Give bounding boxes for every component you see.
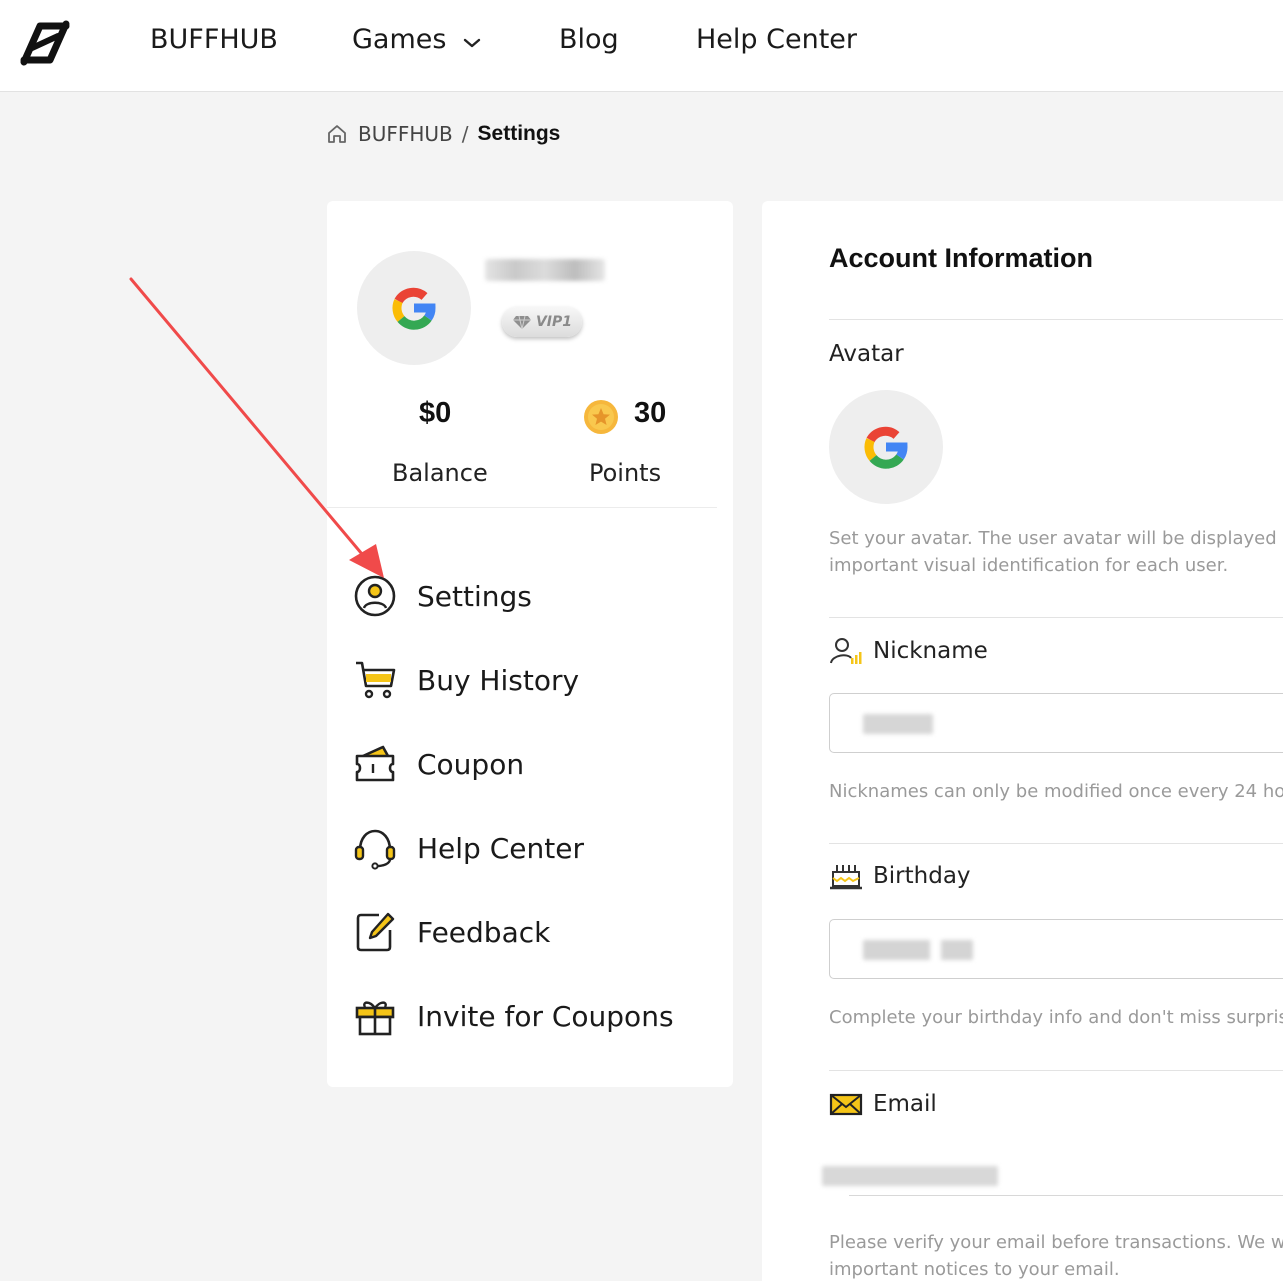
email-label: Email [829, 1089, 937, 1119]
cart-icon [356, 661, 396, 699]
edit-icon [356, 912, 395, 952]
username-redacted [485, 259, 605, 281]
balance-label: Balance [392, 459, 488, 487]
menu-label: Invite for Coupons [417, 999, 674, 1033]
nav-blog-link[interactable]: Blog [559, 24, 619, 55]
points-value: 30 [634, 397, 667, 429]
nav-brand-link[interactable]: BUFFHUB [150, 24, 278, 55]
user-circle-icon [354, 575, 396, 617]
menu-item-feedback[interactable]: Feedback [353, 908, 713, 956]
menu-label: Buy History [417, 663, 580, 697]
breadcrumb-root-link[interactable]: BUFFHUB [358, 122, 453, 146]
top-navigation-bar: BUFFHUB Games Blog Help Center [0, 0, 1283, 92]
home-icon[interactable] [326, 123, 348, 145]
menu-item-buy-history[interactable]: Buy History [353, 656, 713, 704]
headset-icon [354, 829, 396, 870]
breadcrumb-separator: / [461, 122, 469, 146]
birthday-input[interactable] [829, 919, 1283, 979]
menu-label: Feedback [417, 915, 551, 949]
avatar-upload[interactable] [829, 390, 943, 504]
email-label-text: Email [873, 1091, 937, 1117]
menu-item-help-center[interactable]: Help Center [353, 824, 713, 872]
nickname-label-text: Nickname [873, 638, 988, 664]
wallet-icon [355, 745, 395, 782]
nickname-label: Nickname [829, 636, 988, 666]
birthday-hint: Complete your birthday info and don't mi… [829, 1007, 1283, 1028]
email-value-redacted [822, 1166, 998, 1186]
google-logo-icon [864, 426, 908, 469]
divider [829, 617, 1283, 618]
nickname-input[interactable] [829, 693, 1283, 753]
section-title: Account Information [829, 243, 1093, 273]
nav-games-link[interactable]: Games [352, 24, 446, 55]
avatar[interactable] [357, 251, 471, 365]
gem-icon [512, 315, 531, 330]
avatar-hint: important visual identification for each… [829, 555, 1229, 576]
user-badge-icon [830, 638, 862, 664]
divider [829, 319, 1283, 320]
email-field-underline[interactable] [849, 1195, 1283, 1196]
account-information-card: Account Information Avatar Set your avat… [762, 201, 1283, 1281]
envelope-icon [829, 1093, 863, 1116]
vip-level: VIP1 [535, 314, 573, 330]
birthday-label-text: Birthday [873, 863, 971, 889]
menu-item-invite-for-coupons[interactable]: Invite for Coupons [353, 992, 713, 1040]
avatar-hint: Set your avatar. The user avatar will be… [829, 528, 1283, 549]
buffhub-logo-icon[interactable] [18, 18, 72, 68]
nickname-value-redacted [863, 714, 933, 734]
chevron-down-icon[interactable] [462, 36, 482, 50]
points-label: Points [589, 459, 662, 487]
avatar-label: Avatar [829, 341, 904, 367]
cake-icon [830, 865, 862, 890]
nickname-hint: Nicknames can only be modified once ever… [829, 781, 1283, 802]
gift-icon [355, 1001, 395, 1036]
menu-item-settings[interactable]: Settings [353, 572, 713, 620]
breadcrumb: BUFFHUB / Settings [326, 120, 560, 148]
birthday-label: Birthday [829, 861, 971, 891]
google-logo-icon [392, 287, 436, 330]
coin-icon [584, 400, 618, 434]
divider [327, 507, 717, 508]
menu-item-coupon[interactable]: Coupon [353, 740, 713, 788]
nav-help-center-link[interactable]: Help Center [696, 24, 857, 55]
breadcrumb-current: Settings [477, 122, 561, 145]
email-hint: Please verify your email before transact… [829, 1232, 1283, 1253]
profile-sidebar-card: VIP1 $0 30 Balance Points Settings Buy H… [327, 201, 733, 1087]
menu-label: Help Center [417, 831, 584, 865]
divider [829, 843, 1283, 844]
menu-label: Settings [417, 579, 532, 613]
birthday-value-redacted [863, 940, 973, 960]
vip-badge: VIP1 [502, 307, 582, 337]
menu-label: Coupon [417, 747, 525, 781]
divider [829, 1070, 1283, 1071]
balance-value: $0 [419, 397, 452, 429]
email-hint: important notices to your email. [829, 1259, 1120, 1280]
